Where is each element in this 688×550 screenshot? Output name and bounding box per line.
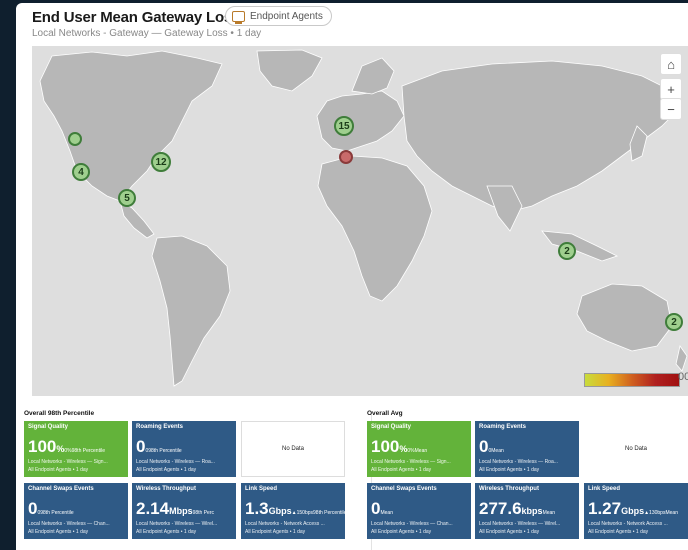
zoom-in-icon[interactable]: +: [660, 78, 682, 100]
tile-label: Wireless Throughput: [479, 486, 539, 492]
tile-value: 100%0%Mean: [371, 437, 428, 456]
map-marker[interactable]: 5: [118, 189, 136, 207]
tile-label: Link Speed: [245, 486, 278, 492]
map-marker[interactable]: 12: [151, 152, 171, 172]
tile-label: Signal Quality: [28, 424, 69, 430]
world-map-land: [39, 49, 688, 387]
tile-label: Channel Swaps Events: [371, 486, 437, 492]
signal-quality-tile[interactable]: Signal Quality 100%0%98th Percentile Loc…: [24, 421, 128, 477]
tile-scope: All Endpoint Agents • 1 day: [479, 529, 540, 535]
tile-scope: All Endpoint Agents • 1 day: [28, 467, 89, 473]
tile-value: 0Mean: [371, 499, 393, 518]
home-icon[interactable]: ⌂: [660, 53, 682, 75]
link-speed-tile[interactable]: Link Speed 1.3Gbps▲150bps98th Percentile…: [241, 483, 347, 539]
dashboard-widget-panel: End User Mean Gateway Loss Endpoint Agen…: [16, 3, 688, 550]
tile-scope: All Endpoint Agents • 1 day: [371, 529, 432, 535]
section-title: Overall 98th Percentile: [24, 410, 95, 417]
tile-label: Roaming Events: [479, 424, 527, 430]
tile-source: Local Networks - Network Access ...: [245, 521, 325, 527]
tile-source: Local Networks - Wireless — Chan...: [371, 521, 453, 527]
tile-value: 1.3Gbps▲150bps98th Percentile: [245, 499, 347, 518]
widget-subtitle: Local Networks - Gateway — Gateway Loss …: [32, 28, 262, 39]
world-map[interactable]: ⌂ + − 4 12 5 15 2 2 00: [32, 46, 688, 396]
channel-swaps-tile[interactable]: Channel Swaps Events 0Mean Local Network…: [367, 483, 471, 539]
tile-source: Local Networks - Wireless — Wirel...: [479, 521, 561, 527]
tile-value: 00Mean: [479, 437, 504, 456]
no-data-tile: No Data: [241, 421, 345, 477]
map-marker[interactable]: 2: [665, 313, 683, 331]
tile-source: Local Networks - Wireless — Roa...: [479, 459, 558, 465]
link-speed-tile[interactable]: Link Speed 1.27Gbps▲130bpsMean Local Net…: [584, 483, 688, 539]
badge-label: Endpoint Agents: [250, 10, 323, 22]
tile-source: Local Networks - Wireless — Sign...: [371, 459, 451, 465]
tile-source: Local Networks - Wireless — Sign...: [28, 459, 108, 465]
endpoint-agents-badge[interactable]: Endpoint Agents: [225, 6, 332, 26]
widget-title: End User Mean Gateway Loss: [32, 9, 241, 26]
tile-scope: All Endpoint Agents • 1 day: [588, 529, 649, 535]
tile-label: Wireless Throughput: [136, 486, 196, 492]
tile-source: Local Networks - Wireless — Roa...: [136, 459, 215, 465]
tile-label: Signal Quality: [371, 424, 412, 430]
tile-label: Channel Swaps Events: [28, 486, 94, 492]
no-data-tile: No Data: [624, 446, 647, 452]
tile-scope: All Endpoint Agents • 1 day: [136, 529, 197, 535]
map-marker[interactable]: 2: [558, 242, 576, 260]
tile-value: 0098th Percentile: [28, 499, 74, 518]
map-marker[interactable]: 15: [334, 116, 354, 136]
map-marker[interactable]: 4: [72, 163, 90, 181]
tile-value: 0098th Percentile: [136, 437, 182, 456]
tile-value: 100%0%98th Percentile: [28, 437, 105, 456]
roaming-events-tile[interactable]: Roaming Events 00Mean Local Networks - W…: [475, 421, 579, 477]
tile-source: Local Networks - Network Access ...: [588, 521, 668, 527]
map-marker[interactable]: [68, 132, 82, 146]
legend-end-label: 00: [678, 371, 688, 383]
tile-label: Link Speed: [588, 486, 621, 492]
tile-value: 2.14Mbps98th Perc: [136, 499, 214, 518]
tile-source: Local Networks - Wireless — Chan...: [28, 521, 110, 527]
wireless-throughput-tile[interactable]: Wireless Throughput 277.6kbpsMean Local …: [475, 483, 579, 539]
tile-label: Roaming Events: [136, 424, 184, 430]
tile-scope: All Endpoint Agents • 1 day: [371, 467, 432, 473]
zoom-out-icon[interactable]: −: [660, 98, 682, 120]
tile-scope: All Endpoint Agents • 1 day: [136, 467, 197, 473]
channel-swaps-tile[interactable]: Channel Swaps Events 0098th Percentile L…: [24, 483, 128, 539]
tile-scope: All Endpoint Agents • 1 day: [245, 529, 306, 535]
signal-quality-tile[interactable]: Signal Quality 100%0%Mean Local Networks…: [367, 421, 471, 477]
section-title: Overall Avg: [367, 410, 403, 417]
wireless-throughput-tile[interactable]: Wireless Throughput 2.14Mbps98th Perc Lo…: [132, 483, 236, 539]
map-marker-alert[interactable]: [339, 150, 353, 164]
overall-98th-percentile-section: Overall 98th Percentile Signal Quality 1…: [24, 410, 354, 550]
tile-scope: All Endpoint Agents • 1 day: [479, 467, 540, 473]
tile-value: 1.27Gbps▲130bpsMean: [588, 499, 678, 518]
tile-source: Local Networks - Wireless — Wirel...: [136, 521, 218, 527]
tile-value: 277.6kbpsMean: [479, 499, 556, 518]
loss-color-legend: [584, 373, 680, 387]
tile-scope: All Endpoint Agents • 1 day: [28, 529, 89, 535]
agents-icon: [232, 10, 245, 24]
overall-avg-section: Overall Avg Signal Quality 100%0%Mean Lo…: [367, 410, 688, 550]
roaming-events-tile[interactable]: Roaming Events 0098th Percentile Local N…: [132, 421, 236, 477]
